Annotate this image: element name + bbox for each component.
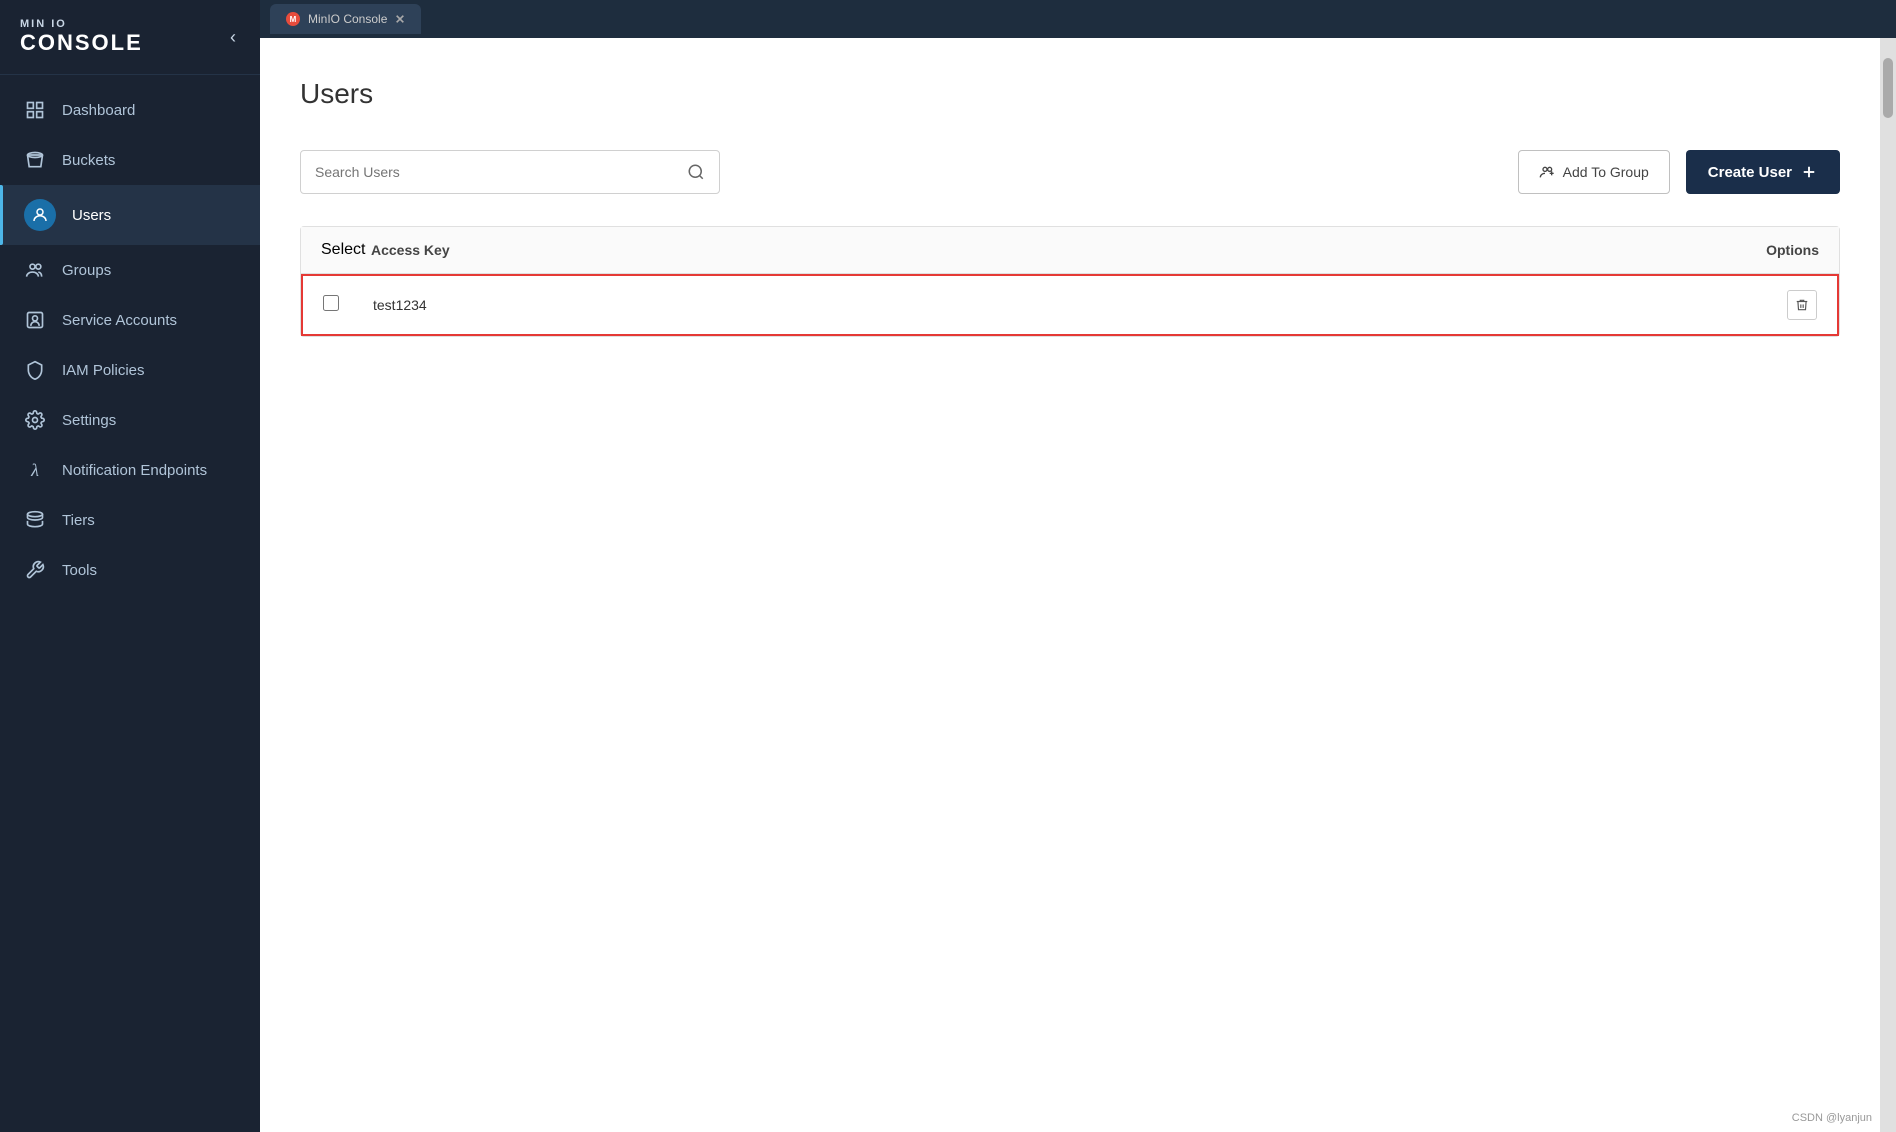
search-input[interactable] [315,164,687,180]
row-access-key: test1234 [373,297,1737,313]
add-to-group-icon [1539,164,1555,180]
scroll-rail[interactable] [1880,38,1896,1132]
sidebar-item-tools[interactable]: Tools [0,545,260,595]
tiers-icon [24,509,46,531]
buckets-icon [24,149,46,171]
sidebar-item-notification-endpoints[interactable]: λ Notification Endpoints [0,445,260,495]
notification-endpoints-icon: λ [24,459,46,481]
col-select-header: Select [321,241,371,259]
sidebar-item-buckets[interactable]: Buckets [0,135,260,185]
search-icon [687,163,705,181]
tab-favicon: M [286,12,300,26]
service-accounts-icon [24,309,46,331]
col-options-header: Options [1739,242,1819,258]
sidebar-item-groups[interactable]: Groups [0,245,260,295]
page-content: Users Add To Group Creat [260,38,1880,1132]
table-header: Select Access Key Options [301,227,1839,274]
groups-label: Groups [62,262,111,279]
browser-tab[interactable]: M MinIO Console [270,4,421,34]
row-checkbox-cell [323,295,373,316]
tools-label: Tools [62,562,97,579]
row-options-cell [1737,290,1817,320]
create-user-label: Create User [1708,164,1792,181]
settings-label: Settings [62,412,116,429]
sidebar-item-settings[interactable]: Settings [0,395,260,445]
search-box [300,150,720,194]
create-user-plus-icon [1800,163,1818,181]
delete-row-button[interactable] [1787,290,1817,320]
delete-icon [1795,298,1809,312]
sidebar-item-iam-policies[interactable]: IAM Policies [0,345,260,395]
iam-policies-icon [24,359,46,381]
users-icon [24,199,56,231]
sidebar-item-service-accounts[interactable]: Service Accounts [0,295,260,345]
main-wrapper: M MinIO Console Users [260,0,1896,1132]
users-label: Users [72,207,111,224]
tab-bar: M MinIO Console [260,0,1896,38]
scroll-thumb[interactable] [1883,58,1893,118]
dashboard-icon [24,99,46,121]
sidebar-item-tiers[interactable]: Tiers [0,495,260,545]
tiers-label: Tiers [62,512,95,529]
users-table: Select Access Key Options test1234 [300,226,1840,337]
tab-close-icon[interactable] [395,14,405,24]
page-title: Users [300,78,1840,110]
collapse-button[interactable]: ‹ [226,23,240,52]
sidebar-item-dashboard[interactable]: Dashboard [0,85,260,135]
watermark: CSDN @lyanjun [1792,1112,1872,1124]
dashboard-label: Dashboard [62,102,135,119]
tools-icon [24,559,46,581]
row-select-checkbox[interactable] [323,295,339,311]
sidebar-header: MIN IO CONSOLE ‹ [0,0,260,75]
logo-minio: MIN IO [20,18,143,30]
sidebar: MIN IO CONSOLE ‹ Dashboard Buckets Users [0,0,260,1132]
iam-policies-label: IAM Policies [62,362,145,379]
service-accounts-label: Service Accounts [62,312,177,329]
table-row: test1234 [301,274,1839,336]
toolbar: Add To Group Create User [300,150,1840,194]
add-to-group-label: Add To Group [1563,164,1649,180]
content-area: Users Add To Group Creat [260,38,1880,1132]
logo-area: MIN IO CONSOLE [20,18,143,56]
notification-endpoints-label: Notification Endpoints [62,462,207,479]
create-user-button[interactable]: Create User [1686,150,1840,194]
settings-icon [24,409,46,431]
tab-label: MinIO Console [308,12,387,26]
search-icon-button[interactable] [687,163,705,181]
sidebar-item-users[interactable]: Users [0,185,260,245]
add-to-group-button[interactable]: Add To Group [1518,150,1670,194]
groups-icon [24,259,46,281]
sidebar-nav: Dashboard Buckets Users Groups [0,75,260,1132]
col-access-key-header: Access Key [371,242,1739,258]
logo-console: CONSOLE [20,30,143,56]
buckets-label: Buckets [62,152,115,169]
